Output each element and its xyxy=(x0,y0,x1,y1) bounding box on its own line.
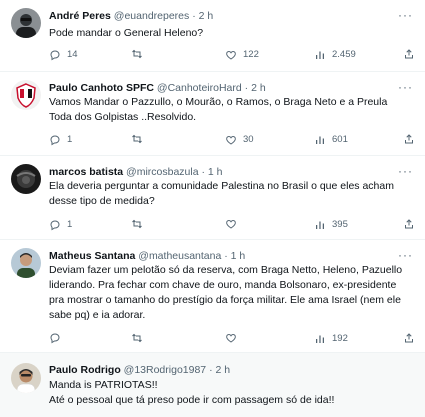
views-button[interactable]: 395 xyxy=(314,218,348,232)
tweet-2[interactable]: Paulo Canhoto SPFC @CanhoteiroHard · 2 h… xyxy=(0,72,425,156)
timestamp[interactable]: 2 h xyxy=(251,82,266,94)
timestamp[interactable]: 2 h xyxy=(215,364,230,376)
tweet-3[interactable]: marcos batista @mircosbazula · 1 h ··· E… xyxy=(0,156,425,240)
avatar[interactable] xyxy=(11,80,41,110)
tweet-1[interactable]: André Peres @euandreperes · 2 h ··· Pode… xyxy=(0,0,425,72)
retweet-button[interactable] xyxy=(131,133,149,145)
views-icon xyxy=(316,335,324,343)
reply-button[interactable] xyxy=(49,332,67,344)
tweet-actions: 1 395 xyxy=(49,218,415,232)
tweet-header: marcos batista @mircosbazula · 1 h xyxy=(49,166,223,178)
author-handle[interactable]: @CanhoteiroHard xyxy=(157,82,242,94)
reply-count: 1 xyxy=(67,219,73,230)
avatar[interactable] xyxy=(11,363,41,393)
retweet-icon xyxy=(132,333,142,343)
like-count: 122 xyxy=(243,49,259,60)
reply-button[interactable]: 1 xyxy=(49,133,72,147)
retweet-button[interactable] xyxy=(131,48,149,60)
tweet-text: Pode mandar o General Heleno? xyxy=(49,27,204,39)
author-handle[interactable]: @13Rodrigo1987 xyxy=(124,364,206,376)
like-button[interactable]: 30 xyxy=(225,133,254,147)
retweet-icon xyxy=(132,219,142,229)
tweet-text: Manda is PATRIOTAS!! Até o pessoal que t… xyxy=(49,379,335,406)
tweet-header: Paulo Rodrigo @13Rodrigo1987 · 2 h xyxy=(49,364,231,376)
tweet-4[interactable]: Matheus Santana @matheusantana · 1 h ···… xyxy=(0,240,425,353)
views-button[interactable]: 2.459 xyxy=(314,48,356,62)
reply-button[interactable]: 14 xyxy=(49,48,78,62)
tweet-text: Ela deveria perguntar a comunidade Pales… xyxy=(49,180,394,207)
author-name[interactable]: Paulo Canhoto SPFC xyxy=(49,82,154,94)
author-name[interactable]: André Peres xyxy=(49,10,111,22)
timestamp[interactable]: 1 h xyxy=(208,166,223,178)
share-button[interactable] xyxy=(403,218,415,230)
avatar[interactable] xyxy=(11,248,41,278)
reply-icon xyxy=(50,50,60,61)
tweet-header: André Peres @euandreperes · 2 h xyxy=(49,10,214,22)
tweet-5[interactable]: Paulo Rodrigo @13Rodrigo1987 · 2 h Manda… xyxy=(0,353,425,417)
views-icon xyxy=(316,136,324,144)
like-button[interactable] xyxy=(225,332,243,344)
retweet-button[interactable] xyxy=(131,218,149,230)
view-count: 395 xyxy=(332,219,348,230)
reply-icon xyxy=(50,135,60,146)
reply-icon xyxy=(50,220,60,231)
author-name[interactable]: Matheus Santana xyxy=(49,250,135,262)
share-button[interactable] xyxy=(403,332,415,344)
timestamp[interactable]: 2 h xyxy=(199,10,214,22)
tweet-text: Deviam fazer um pelotão só da reserva, c… xyxy=(49,264,403,321)
avatar[interactable] xyxy=(11,8,41,38)
tweet-actions: 14 122 2.459 xyxy=(49,48,415,62)
share-button[interactable] xyxy=(403,133,415,145)
view-count: 601 xyxy=(332,134,348,145)
like-icon xyxy=(226,219,236,229)
views-icon xyxy=(316,51,324,59)
share-icon xyxy=(405,219,413,229)
like-icon xyxy=(226,135,236,145)
reply-button[interactable]: 1 xyxy=(49,218,72,232)
reply-count: 14 xyxy=(67,49,78,60)
tweet-text: Vamos Mandar o Pazzullo, o Mourão, o Ram… xyxy=(49,96,388,123)
like-count: 30 xyxy=(243,134,254,145)
retweet-icon xyxy=(132,134,142,144)
more-icon[interactable]: ··· xyxy=(398,249,413,261)
reply-icon xyxy=(50,333,60,344)
views-icon xyxy=(316,221,324,229)
author-name[interactable]: marcos batista xyxy=(49,166,123,178)
more-icon[interactable]: ··· xyxy=(398,81,413,93)
share-icon xyxy=(405,49,413,59)
share-button[interactable] xyxy=(403,48,415,60)
tweet-actions: 192 xyxy=(49,332,415,346)
author-name[interactable]: Paulo Rodrigo xyxy=(49,364,121,376)
views-button[interactable]: 192 xyxy=(314,332,348,346)
timestamp[interactable]: 1 h xyxy=(231,250,246,262)
share-icon xyxy=(405,333,413,343)
reply-count: 1 xyxy=(67,134,73,145)
tweet-header: Matheus Santana @matheusantana · 1 h xyxy=(49,250,246,262)
avatar[interactable] xyxy=(11,164,41,194)
like-icon xyxy=(226,333,236,343)
view-count: 192 xyxy=(332,333,348,344)
author-handle[interactable]: @matheusantana xyxy=(138,250,221,262)
view-count: 2.459 xyxy=(332,49,356,60)
more-icon[interactable]: ··· xyxy=(398,9,413,21)
tweet-header: Paulo Canhoto SPFC @CanhoteiroHard · 2 h xyxy=(49,82,266,94)
more-icon[interactable]: ··· xyxy=(398,165,413,177)
share-icon xyxy=(405,134,413,144)
views-button[interactable]: 601 xyxy=(314,133,348,147)
retweet-button[interactable] xyxy=(131,332,149,344)
tweet-actions: 1 30 601 xyxy=(49,133,415,147)
author-handle[interactable]: @euandreperes xyxy=(114,10,189,22)
like-button[interactable] xyxy=(225,218,243,230)
retweet-icon xyxy=(132,49,142,59)
author-handle[interactable]: @mircosbazula xyxy=(126,166,199,178)
like-icon xyxy=(226,50,236,60)
like-button[interactable]: 122 xyxy=(225,48,259,62)
